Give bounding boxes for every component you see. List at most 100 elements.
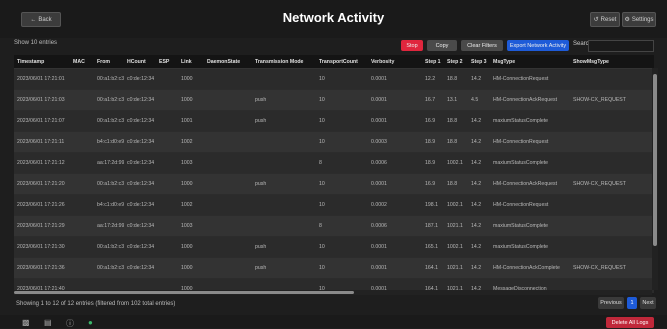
table-cell: 198.1 [422, 194, 444, 216]
column-header[interactable]: TransportCount [316, 55, 368, 69]
column-header[interactable]: From [94, 55, 124, 69]
table-cell: 1000 [178, 68, 204, 90]
search-input[interactable] [588, 40, 654, 52]
table-cell: 1003 [178, 152, 204, 174]
column-header[interactable]: Transmission Mode [252, 55, 316, 69]
table-cell: HM-ConnectionAckComplete [490, 257, 570, 279]
table-cell: 2023/06/01 17:21:36 [14, 257, 70, 279]
column-header[interactable]: Verbosity [368, 55, 422, 69]
column-header[interactable]: ESP [156, 55, 178, 69]
table-cell: 0.0006 [368, 152, 422, 174]
table-cell: 16.9 [422, 110, 444, 132]
terminal-icon[interactable]: ▩ [22, 318, 30, 327]
page-1-button[interactable]: 1 [627, 297, 637, 309]
copy-button[interactable]: Copy [427, 40, 457, 51]
vertical-scrollbar[interactable] [652, 68, 658, 290]
table-cell: 18.8 [444, 110, 468, 132]
table-cell [156, 68, 178, 90]
reset-icon: ↺ [593, 17, 599, 23]
table-row[interactable]: 2023/06/01 17:21:26 b4:c1:d0:e9 c0:de:12:3… [14, 194, 654, 216]
reset-button[interactable]: ↺ Reset [590, 12, 620, 27]
column-header[interactable]: ShowMsgType [570, 55, 654, 69]
column-header[interactable]: DaemonState [204, 55, 252, 69]
table-cell: 0.0001 [368, 110, 422, 132]
table-cell: 14.2 [468, 68, 490, 90]
table-cell: 8 [316, 152, 368, 174]
chart-icon[interactable]: ▤ [44, 318, 52, 327]
table-cell: 14.2 [468, 131, 490, 153]
table-cell [204, 194, 252, 216]
column-header[interactable]: HCount [124, 55, 156, 69]
table-cell: 14.2 [468, 257, 490, 279]
table-cell: c0:de:12:34 [124, 194, 156, 216]
table-cell: 18.8 [444, 131, 468, 153]
table-cell: 2023/06/01 17:21:11 [14, 131, 70, 153]
table-cell: 0.0001 [368, 257, 422, 279]
table-cell: 1000 [178, 236, 204, 258]
table-row[interactable]: 2023/06/01 17:21:30 00:a1:b2:c3 c0:de:12:3… [14, 236, 654, 258]
clear-filters-button[interactable]: Clear Filters [461, 40, 503, 51]
stop-button[interactable]: Stop [401, 40, 423, 51]
table-cell: c0:de:12:34 [124, 110, 156, 132]
horizontal-scroll-thumb[interactable] [14, 291, 354, 294]
table-cell [70, 89, 94, 111]
previous-page-button[interactable]: Previous [598, 297, 624, 309]
table-cell [204, 173, 252, 195]
table-cell: push [252, 236, 316, 258]
table-cell: 10 [316, 89, 368, 111]
table-cell: 10 [316, 257, 368, 279]
table-cell [156, 131, 178, 153]
plugin-icon[interactable]: ● [88, 318, 93, 327]
settings-button[interactable]: ⚙ Settings [622, 12, 656, 27]
table-header-row: Timestamp MAC From HCount ESP Link DaemonState… [14, 55, 654, 69]
export-button[interactable]: Export Network Activity [507, 40, 569, 51]
table-row[interactable]: 2023/06/01 17:21:03 00:a1:b2:c3 c0:de:12:3… [14, 89, 654, 111]
table-row[interactable]: 2023/06/01 17:21:12 aa:17:2d:99 c0:de:12:3… [14, 152, 654, 174]
table-cell: c0:de:12:34 [124, 215, 156, 237]
table-info: Showing 1 to 12 of 12 entries (filtered … [16, 301, 176, 307]
info-icon[interactable]: ⓘ [66, 318, 74, 329]
table-cell [70, 68, 94, 90]
table-cell: 2023/06/01 17:21:20 [14, 173, 70, 195]
table-row[interactable]: 2023/06/01 17:21:29 aa:17:2d:99 c0:de:12:3… [14, 215, 654, 237]
column-header[interactable]: Step 1 [422, 55, 444, 69]
show-entries-label[interactable]: Show 10 entries [14, 40, 57, 46]
column-header[interactable]: Step 3 [468, 55, 490, 69]
table-cell: aa:17:2d:99 [94, 152, 124, 174]
table-cell: c0:de:12:34 [124, 257, 156, 279]
table-row[interactable]: 2023/06/01 17:21:11 b4:c1:d0:e9 c0:de:12:3… [14, 131, 654, 153]
table-row[interactable]: 2023/06/01 17:21:01 00:a1:b2:c3 c0:de:12:3… [14, 68, 654, 90]
table-cell: push [252, 257, 316, 279]
table-cell [204, 68, 252, 90]
column-header[interactable]: MAC [70, 55, 94, 69]
table-cell [570, 131, 654, 153]
column-header[interactable]: Step 2 [444, 55, 468, 69]
table-cell: maxiumStatusComplete [490, 236, 570, 258]
table-cell: SHOW-CX_REQUEST [570, 257, 654, 279]
table-row[interactable]: 2023/06/01 17:21:20 00:a1:b2:c3 c0:de:12:3… [14, 173, 654, 195]
table-cell: HM-ConnectionRequest [490, 194, 570, 216]
table-cell: c0:de:12:34 [124, 131, 156, 153]
table-cell: c0:de:12:34 [124, 173, 156, 195]
column-header[interactable]: Timestamp [14, 55, 70, 69]
next-page-button[interactable]: Next [640, 297, 656, 309]
table-cell [156, 152, 178, 174]
table-cell [204, 257, 252, 279]
table-cell [252, 152, 316, 174]
table-cell: 00:a1:b2:c3 [94, 89, 124, 111]
table-cell: 1002 [178, 194, 204, 216]
vertical-scroll-thumb[interactable] [653, 74, 657, 246]
table-row[interactable]: 2023/06/01 17:21:07 00:a1:b2:c3 c0:de:12:3… [14, 110, 654, 132]
column-header[interactable]: Link [178, 55, 204, 69]
table-cell: 2023/06/01 17:21:12 [14, 152, 70, 174]
table-cell: 2023/06/01 17:21:03 [14, 89, 70, 111]
delete-logs-button[interactable]: Delete All Logs [606, 317, 654, 328]
table-cell [252, 194, 316, 216]
column-header[interactable]: MsgType [490, 55, 570, 69]
horizontal-scrollbar[interactable] [14, 290, 652, 295]
table-cell: 16.7 [422, 89, 444, 111]
table-row[interactable]: 2023/06/01 17:21:36 00:a1:b2:c3 c0:de:12:3… [14, 257, 654, 279]
table-cell: 1003 [178, 215, 204, 237]
table-cell: 00:a1:b2:c3 [94, 257, 124, 279]
table-cell: 0.0001 [368, 173, 422, 195]
